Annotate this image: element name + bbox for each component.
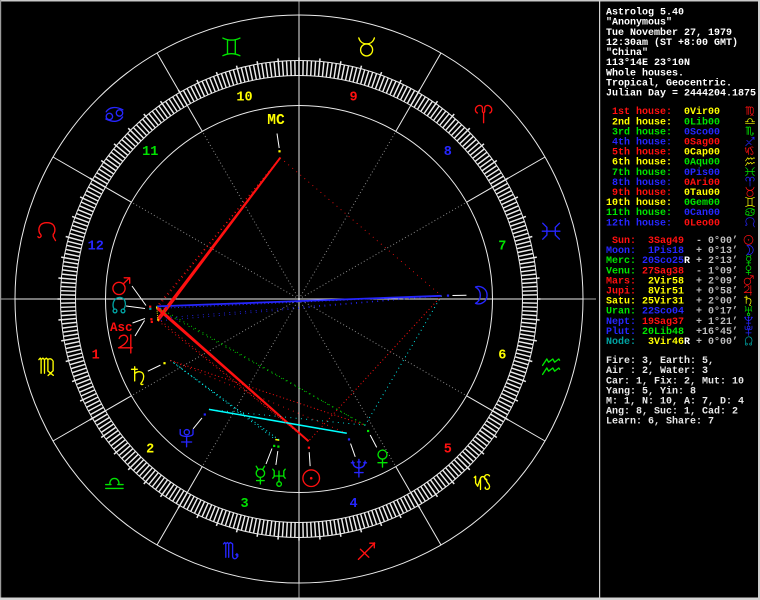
svg-text:5: 5 [444,443,452,458]
svg-text:3Vir46: 3Vir46 [642,336,684,348]
svg-text:MC: MC [267,113,285,129]
svg-text:6: 6 [498,348,506,363]
svg-text:10: 10 [236,91,252,106]
svg-text:R: R [684,337,690,348]
svg-text:0Leo00: 0Leo00 [684,218,720,229]
svg-text:4: 4 [349,497,357,512]
svg-text:Learn: 6, Share: 7: Learn: 6, Share: 7 [606,416,714,428]
svg-text:12:30am (ST +8:00 GMT): 12:30am (ST +8:00 GMT) [606,37,738,49]
svg-text:3: 3 [240,497,248,512]
svg-text:1: 1 [92,348,100,363]
svg-text:2: 2 [146,443,154,458]
svg-text:12th house:: 12th house: [606,217,672,229]
svg-text:12: 12 [88,239,104,254]
svg-text:Julian Day = 2444204.1875: Julian Day = 2444204.1875 [606,88,756,100]
svg-text:+ 0°00’: + 0°00’ [696,336,738,348]
svg-text:11: 11 [142,145,158,160]
svg-text:Whole houses.: Whole houses. [606,67,684,79]
svg-text:Node:: Node: [606,336,636,348]
svg-text:7: 7 [498,239,506,254]
svg-text:9: 9 [349,91,357,106]
svg-text:"Anonymous": "Anonymous" [606,17,672,29]
svg-text:Asc: Asc [110,321,133,335]
svg-text:R: R [684,256,690,267]
svg-text:8: 8 [444,145,452,160]
